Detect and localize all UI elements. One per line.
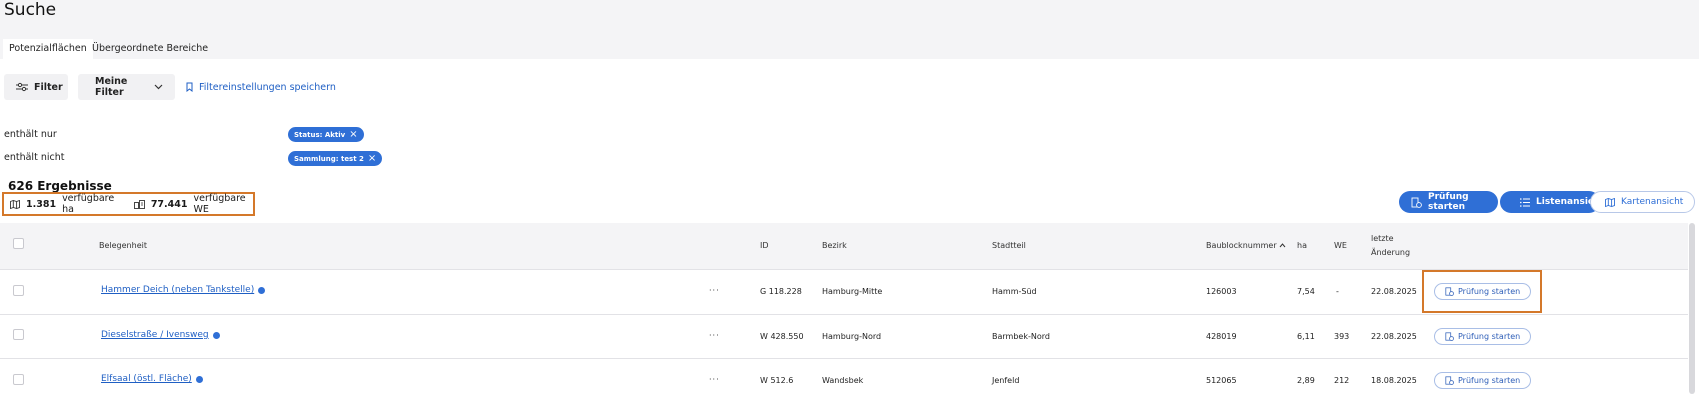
row-changed: 18.08.2025 <box>1371 376 1417 385</box>
column-header-district[interactable]: Bezirk <box>822 241 847 250</box>
column-header-we[interactable]: WE <box>1334 241 1347 250</box>
list-view-toggle[interactable]: Listenansicht <box>1500 191 1604 213</box>
available-we-label: verfügbare WE <box>193 193 246 215</box>
filter-exclude-label: enthält nicht <box>4 152 65 163</box>
row-changed: 22.08.2025 <box>1371 332 1417 341</box>
results-stats: 1.381 verfügbare ha 77.441 verfügbare WE <box>2 192 255 216</box>
row-we: - <box>1336 287 1339 296</box>
filter-include-label: enthält nur <box>4 129 57 140</box>
row-we: 393 <box>1334 332 1350 341</box>
available-ha-label: verfügbare ha <box>62 193 115 215</box>
sort-ascending-icon <box>1279 243 1286 248</box>
map-view-toggle[interactable]: Kartenansicht <box>1590 191 1695 213</box>
highlight-frame <box>1422 270 1542 313</box>
close-icon[interactable]: × <box>349 129 357 140</box>
column-header-quarter[interactable]: Stadtteil <box>992 241 1026 250</box>
row-location-label: Dieselstraße / Ivensweg <box>101 330 209 340</box>
map-icon <box>1605 197 1615 207</box>
row-id: W 428.550 <box>760 332 804 341</box>
row-location-link[interactable]: Hammer Deich (neben Tankstelle) <box>101 285 266 295</box>
row-district: Wandsbek <box>822 376 864 385</box>
row-ha: 7,54 <box>1297 287 1315 296</box>
status-dot-icon <box>195 375 203 383</box>
row-start-check-label: Prüfung starten <box>1458 376 1521 385</box>
row-district: Hamburg-Mitte <box>822 287 883 296</box>
close-icon[interactable]: × <box>368 153 376 164</box>
filter-chip-status[interactable]: Status: Aktiv × <box>288 127 364 142</box>
my-filters-label: Meine Filter <box>95 76 128 98</box>
results-count: 626 Ergebnisse <box>8 179 112 193</box>
bookmark-icon <box>186 82 193 92</box>
building-check-icon <box>1411 197 1422 208</box>
row-block: 126003 <box>1206 287 1237 296</box>
more-options-icon[interactable]: ··· <box>709 375 720 384</box>
filter-chip-collection-label: Sammlung: test 2 <box>294 154 364 163</box>
row-start-check-label: Prüfung starten <box>1458 332 1521 341</box>
more-options-icon[interactable]: ··· <box>709 286 720 295</box>
column-header-changed-line2[interactable]: Änderung <box>1371 248 1410 257</box>
start-check-label: Prüfung starten <box>1428 192 1469 212</box>
map-icon <box>10 199 20 209</box>
row-divider <box>0 358 1688 359</box>
row-quarter: Barmbek-Nord <box>992 332 1050 341</box>
my-filters-dropdown[interactable]: Meine Filter <box>78 74 175 100</box>
row-id: G 118.228 <box>760 287 802 296</box>
filter-button[interactable]: Filter <box>4 74 68 100</box>
filter-chip-collection[interactable]: Sammlung: test 2 × <box>288 151 383 166</box>
save-filter-link[interactable]: Filtereinstellungen speichern <box>186 80 336 94</box>
row-ha: 2,89 <box>1297 376 1315 385</box>
row-start-check-button[interactable]: Prüfung starten <box>1434 372 1532 389</box>
column-header-ha[interactable]: ha <box>1297 241 1307 250</box>
select-all-checkbox[interactable] <box>13 238 24 249</box>
tab-potenzialflaechen[interactable]: Potenzialflächen <box>3 39 93 59</box>
filter-chip-status-label: Status: Aktiv <box>294 130 346 139</box>
start-check-button[interactable]: Prüfung starten <box>1399 191 1498 213</box>
row-divider <box>0 314 1688 315</box>
row-block: 428019 <box>1206 332 1237 341</box>
status-dot-icon <box>212 331 220 339</box>
row-location-label: Hammer Deich (neben Tankstelle) <box>101 285 255 295</box>
column-header-block-label: Baublocknummer <box>1206 241 1277 250</box>
column-header-id[interactable]: ID <box>760 241 769 250</box>
tab-uebergeordnete-bereiche[interactable]: Übergeordnete Bereiche <box>86 39 214 59</box>
vertical-scrollbar[interactable] <box>1689 223 1695 394</box>
page-title: Suche <box>4 0 57 20</box>
row-block: 512065 <box>1206 376 1237 385</box>
building-check-icon <box>1445 332 1454 341</box>
row-checkbox[interactable] <box>13 329 24 340</box>
list-icon <box>1520 197 1530 207</box>
row-location-link[interactable]: Elfsaal (östl. Fläche) <box>101 374 203 384</box>
column-header-block[interactable]: Baublocknummer <box>1206 241 1286 250</box>
chevron-down-icon <box>154 84 163 90</box>
status-dot-icon <box>258 286 266 294</box>
more-options-icon[interactable]: ··· <box>709 331 720 340</box>
row-checkbox[interactable] <box>13 374 24 385</box>
available-we-value: 77.441 <box>150 198 188 210</box>
building-check-icon <box>1445 376 1454 385</box>
column-header-changed-line1[interactable]: letzte <box>1371 234 1394 243</box>
row-quarter: Hamm-Süd <box>992 287 1037 296</box>
row-location-link[interactable]: Dieselstraße / Ivensweg <box>101 330 220 340</box>
map-view-label: Kartenansicht <box>1621 197 1684 207</box>
available-ha-value: 1.381 <box>26 198 57 210</box>
row-start-check-button[interactable]: Prüfung starten <box>1434 328 1532 345</box>
save-filter-label: Filtereinstellungen speichern <box>199 81 336 93</box>
row-changed: 22.08.2025 <box>1371 287 1417 296</box>
row-district: Hamburg-Nord <box>822 332 882 341</box>
row-ha: 6,11 <box>1297 332 1315 341</box>
sliders-icon <box>16 82 28 92</box>
filter-button-label: Filter <box>34 81 63 93</box>
row-id: W 512.6 <box>760 376 794 385</box>
column-header-location[interactable]: Belegenheit <box>99 241 147 250</box>
row-checkbox[interactable] <box>13 285 24 296</box>
row-location-label: Elfsaal (östl. Fläche) <box>101 374 192 384</box>
buildings-icon <box>133 199 145 209</box>
row-quarter: Jenfeld <box>992 376 1020 385</box>
row-we: 212 <box>1334 376 1350 385</box>
